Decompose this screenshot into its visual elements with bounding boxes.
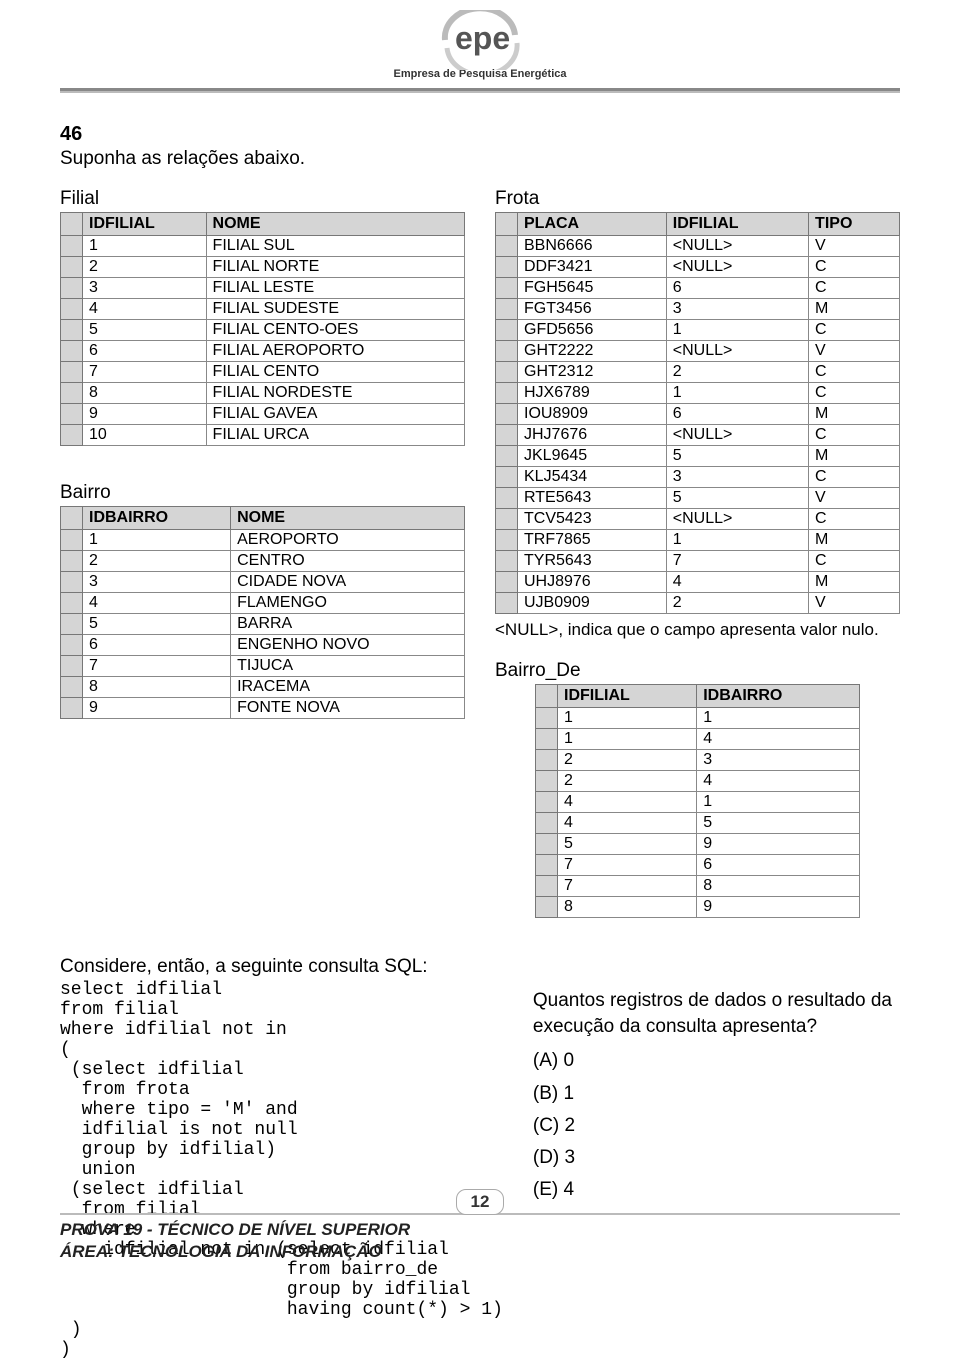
table-row: 2FILIAL NORTE bbox=[61, 257, 465, 278]
bairro-caption: Bairro bbox=[60, 482, 465, 504]
table-row: UJB09092V bbox=[496, 593, 900, 614]
table-row: 5FILIAL CENTO-OES bbox=[61, 320, 465, 341]
table-row: 8IRACEMA bbox=[61, 677, 465, 698]
table-row: 78 bbox=[536, 876, 860, 897]
table-row: KLJ54343C bbox=[496, 467, 900, 488]
table-row: 6ENGENHO NOVO bbox=[61, 635, 465, 656]
logo: epe Empresa de Pesquisa Energética bbox=[60, 10, 900, 82]
table-row: 14 bbox=[536, 729, 860, 750]
table-row: TCV5423<NULL>C bbox=[496, 509, 900, 530]
logo-text: epe bbox=[455, 20, 510, 57]
table-row: 7TIJUCA bbox=[61, 656, 465, 677]
table-header: IDBAIRRO bbox=[83, 507, 231, 530]
table-header: IDBAIRRO bbox=[697, 685, 860, 708]
question-number: 46 bbox=[60, 123, 900, 146]
table-row: FGT34563M bbox=[496, 299, 900, 320]
table-row: 76 bbox=[536, 855, 860, 876]
table-header: IDFILIAL bbox=[666, 213, 808, 236]
table-header: NOME bbox=[231, 507, 465, 530]
frota-caption: Frota bbox=[495, 188, 900, 210]
option-d: (D) 3 bbox=[533, 1142, 900, 1174]
table-row: FGH56456C bbox=[496, 278, 900, 299]
table-row: 23 bbox=[536, 750, 860, 771]
header-divider bbox=[60, 88, 900, 93]
table-row: 45 bbox=[536, 813, 860, 834]
table-row: GHT2222<NULL>V bbox=[496, 341, 900, 362]
table-header: IDFILIAL bbox=[83, 213, 207, 236]
table-row: 3FILIAL LESTE bbox=[61, 278, 465, 299]
table-row: 1AEROPORTO bbox=[61, 530, 465, 551]
question-intro: Suponha as relações abaixo. bbox=[60, 148, 900, 170]
table-row: 9FILIAL GAVEA bbox=[61, 404, 465, 425]
sql-intro: Considere, então, a seguinte consulta SQ… bbox=[60, 956, 503, 978]
table-row: 10FILIAL URCA bbox=[61, 425, 465, 446]
table-row: 1FILIAL SUL bbox=[61, 236, 465, 257]
bairro-de-table: IDFILIALIDBAIRRO11142324414559767889 bbox=[535, 684, 860, 918]
table-row: IOU89096M bbox=[496, 404, 900, 425]
table-header: NOME bbox=[206, 213, 464, 236]
table-row: 6FILIAL AEROPORTO bbox=[61, 341, 465, 362]
table-row: 89 bbox=[536, 897, 860, 918]
bairro-table: IDBAIRRONOME1AEROPORTO2CENTRO3CIDADE NOV… bbox=[60, 506, 465, 719]
bairro-de-caption: Bairro_De bbox=[495, 660, 900, 682]
table-row: 5BARRA bbox=[61, 614, 465, 635]
option-a: (A) 0 bbox=[533, 1045, 900, 1077]
table-row: JKL96455M bbox=[496, 446, 900, 467]
table-row: 8FILIAL NORDESTE bbox=[61, 383, 465, 404]
table-row: RTE56435V bbox=[496, 488, 900, 509]
table-row: 3CIDADE NOVA bbox=[61, 572, 465, 593]
table-row: 7FILIAL CENTO bbox=[61, 362, 465, 383]
answer-intro: Quantos registros de dados o resultado d… bbox=[533, 988, 900, 1039]
filial-table: IDFILIALNOME1FILIAL SUL2FILIAL NORTE3FIL… bbox=[60, 212, 465, 446]
table-row: 2CENTRO bbox=[61, 551, 465, 572]
table-row: HJX67891C bbox=[496, 383, 900, 404]
table-row: 24 bbox=[536, 771, 860, 792]
option-b: (B) 1 bbox=[533, 1078, 900, 1110]
table-row: 4FILIAL SUDESTE bbox=[61, 299, 465, 320]
table-header: TIPO bbox=[809, 213, 900, 236]
table-row: GFD56561C bbox=[496, 320, 900, 341]
page-number: 12 bbox=[456, 1189, 505, 1215]
table-row: DDF3421<NULL>C bbox=[496, 257, 900, 278]
option-c: (C) 2 bbox=[533, 1110, 900, 1142]
table-row: 11 bbox=[536, 708, 860, 729]
table-header: IDFILIAL bbox=[558, 685, 697, 708]
table-row: 41 bbox=[536, 792, 860, 813]
frota-table: PLACAIDFILIALTIPOBBN6666<NULL>VDDF3421<N… bbox=[495, 212, 900, 614]
footer-line1: PROVA 19 - TÉCNICO DE NÍVEL SUPERIOR bbox=[60, 1219, 900, 1241]
table-row: 4FLAMENGO bbox=[61, 593, 465, 614]
table-row: TYR56437C bbox=[496, 551, 900, 572]
table-row: UHJ89764M bbox=[496, 572, 900, 593]
table-row: TRF78651M bbox=[496, 530, 900, 551]
table-row: GHT23122C bbox=[496, 362, 900, 383]
table-row: 9FONTE NOVA bbox=[61, 698, 465, 719]
sql-code: select idfilial from filial where idfili… bbox=[60, 980, 503, 1360]
table-row: JHJ7676<NULL>C bbox=[496, 425, 900, 446]
table-row: BBN6666<NULL>V bbox=[496, 236, 900, 257]
footer-line2: ÁREA: TECNOLOGIA DA INFORMAÇÃO bbox=[60, 1241, 900, 1263]
table-header: PLACA bbox=[518, 213, 667, 236]
table-row: 59 bbox=[536, 834, 860, 855]
filial-caption: Filial bbox=[60, 188, 465, 210]
null-note: <NULL>, indica que o campo apresenta val… bbox=[495, 620, 900, 640]
